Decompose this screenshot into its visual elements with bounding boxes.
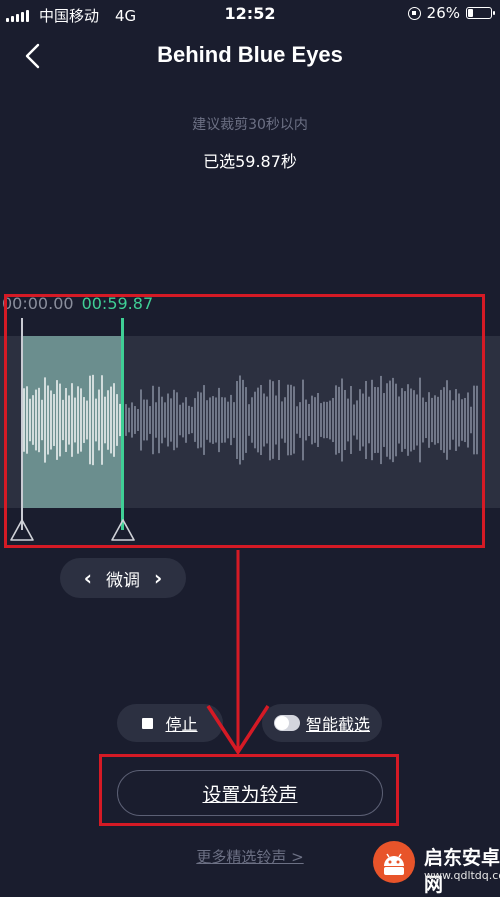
stop-label: 停止	[165, 715, 198, 734]
selected-duration: 已选59.87秒	[203, 152, 297, 171]
toggle-switch[interactable]	[273, 715, 300, 731]
chevron-left-icon[interactable]: ‹	[84, 566, 92, 590]
set-ringtone-button[interactable]: 设置为铃声	[117, 770, 383, 816]
battery-percent: 26%	[426, 4, 460, 22]
start-marker-line	[21, 318, 23, 530]
chevron-right-icon[interactable]: ›	[154, 566, 162, 590]
end-time: 00:59.87	[81, 294, 154, 313]
battery-icon	[466, 7, 495, 19]
fine-tune-control: ‹ 微调 ›	[60, 558, 186, 598]
stop-button[interactable]: 停止	[117, 704, 223, 742]
stop-icon	[142, 717, 154, 729]
time-labels: 00:00.00 00:59.87	[2, 294, 153, 313]
android-logo-icon	[373, 841, 415, 883]
rotation-lock-icon	[407, 6, 421, 20]
end-marker-line	[121, 318, 124, 530]
triangle-handle-icon	[111, 519, 135, 541]
status-right: 26%	[407, 4, 495, 22]
smart-select-label: 智能截选	[305, 715, 370, 734]
waveform	[23, 374, 478, 466]
trim-hint: 建议裁剪30秒以内	[192, 117, 308, 133]
page-title: Behind Blue Eyes	[157, 42, 343, 67]
start-handle[interactable]	[9, 518, 35, 542]
watermark-url: www.qdltdq.com	[424, 869, 500, 882]
watermark: 启东安卓网 www.qdltdq.com	[362, 837, 500, 896]
start-time: 00:00.00	[2, 294, 74, 313]
triangle-handle-icon	[10, 519, 34, 541]
end-handle[interactable]	[110, 518, 136, 542]
fine-tune-label: 微调	[106, 570, 140, 591]
status-bar: 中国移动 4G 12:52 26%	[0, 0, 500, 28]
smart-select-button[interactable]: 智能截选	[262, 704, 382, 742]
